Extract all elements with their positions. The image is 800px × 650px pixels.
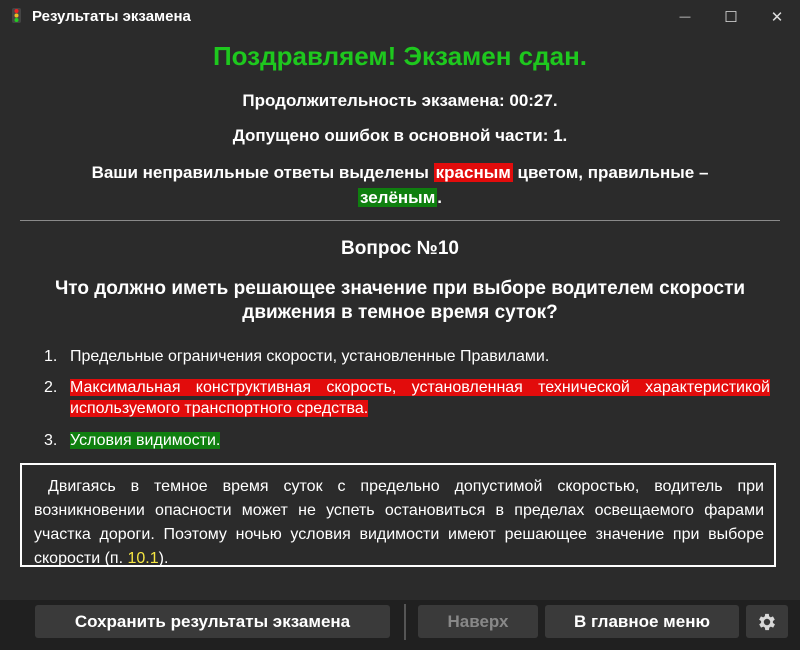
- gear-icon: [759, 613, 775, 630]
- question-text: Что должно иметь решающее значение при в…: [54, 278, 746, 323]
- explanation-tail: ).: [158, 550, 169, 567]
- main-menu-button[interactable]: В главное меню: [545, 605, 739, 638]
- question-number: Вопрос №10: [341, 238, 459, 259]
- explanation-box: Двигаясь в темное время суток с предельн…: [20, 463, 776, 567]
- legend-text: Ваши неправильные ответы выделены: [91, 163, 434, 182]
- legend-text: .: [437, 188, 443, 207]
- results-content: Поздравляем! Экзамен сдан. Продолжительн…: [0, 33, 800, 600]
- close-icon: ✕: [770, 8, 784, 26]
- answer-text: Максимальная конструктивная скорость, ус…: [70, 379, 770, 417]
- minimize-button[interactable]: —: [662, 0, 708, 33]
- answer-text: Предельные ограничения скорости, установ…: [70, 348, 550, 365]
- title-bar: Результаты экзамена — ☐ ✕: [0, 0, 800, 33]
- explanation-text: Двигаясь в темное время суток с предельн…: [34, 475, 764, 571]
- bottom-toolbar: Сохранить результаты экзамена Наверх В г…: [0, 600, 800, 650]
- scroll-top-button[interactable]: Наверх: [418, 605, 538, 638]
- exam-duration: Продолжительность экзамена: 00:27.: [242, 91, 558, 110]
- answer-item-wrong: 2. Максимальная конструктивная скорость,…: [44, 377, 770, 419]
- error-count: Допущено ошибок в основной части: 1.: [232, 126, 568, 145]
- legend-red: красным: [433, 163, 513, 182]
- maximize-button[interactable]: ☐: [708, 0, 754, 33]
- answer-number: 2.: [44, 379, 58, 396]
- answer-item: 1. Предельные ограничения скорости, уста…: [44, 346, 770, 367]
- divider: [20, 220, 780, 221]
- save-results-button[interactable]: Сохранить результаты экзамена: [35, 605, 390, 638]
- toolbar-separator: [404, 604, 406, 640]
- window-title: Результаты экзамена: [32, 8, 191, 25]
- maximize-icon: ☐: [724, 8, 738, 26]
- color-legend: Ваши неправильные ответы выделены красны…: [30, 160, 770, 210]
- rule-reference-link[interactable]: 10.1: [127, 550, 158, 567]
- answer-number: 3.: [44, 432, 58, 449]
- answer-number: 1.: [44, 348, 58, 365]
- legend-green: зелёным: [357, 188, 438, 207]
- settings-button[interactable]: [746, 605, 788, 638]
- traffic-light-icon: [12, 8, 21, 23]
- answer-item-correct: 3. Условия видимости.: [44, 430, 770, 451]
- minimize-icon: —: [679, 10, 691, 23]
- close-button[interactable]: ✕: [754, 0, 800, 33]
- answer-text: Условия видимости.: [70, 432, 221, 449]
- legend-text: цветом, правильные –: [512, 163, 709, 182]
- result-headline: Поздравляем! Экзамен сдан.: [212, 41, 588, 71]
